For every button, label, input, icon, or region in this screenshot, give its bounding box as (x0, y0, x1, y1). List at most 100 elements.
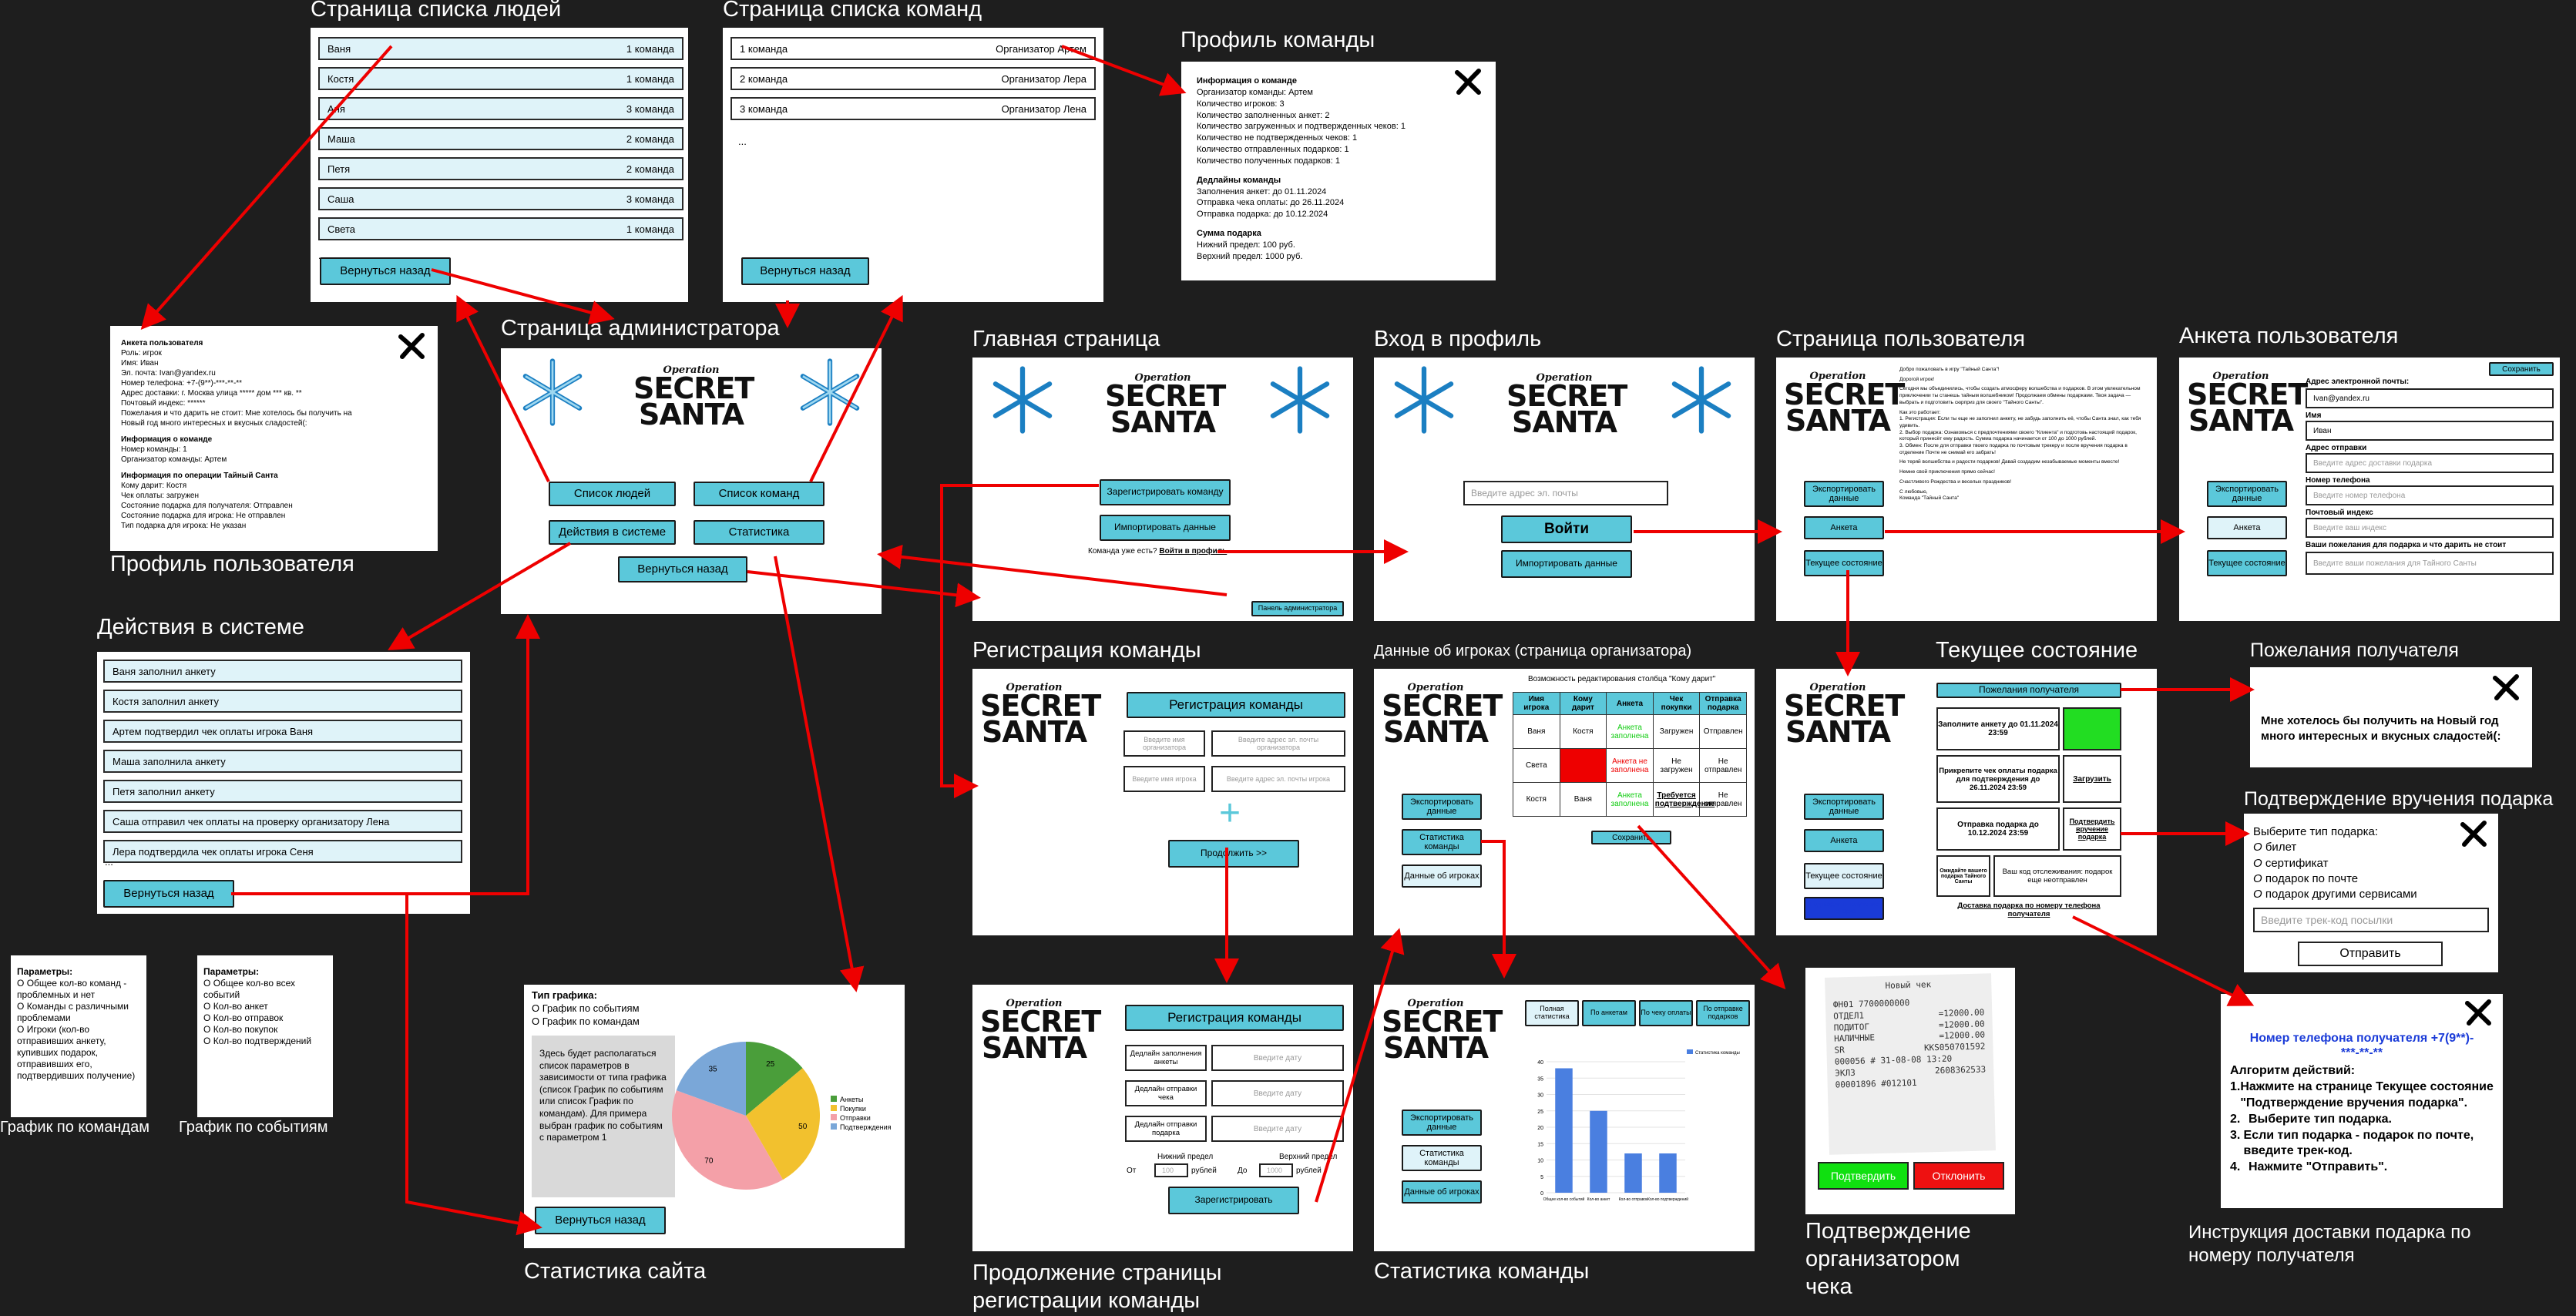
players-data-button[interactable]: Данные об игроках (1402, 864, 1482, 888)
close-icon[interactable] (1453, 66, 1483, 97)
param-option[interactable]: O Игроки (кол-во отправивших анкету, куп… (17, 1024, 140, 1082)
graph-type-option[interactable]: O График по событиям (532, 1002, 640, 1016)
send-button[interactable]: Отправить (2298, 942, 2443, 966)
param-option[interactable]: O Общее кол-во команд - проблемных и нет (17, 978, 140, 1001)
current-state-button[interactable]: Текущее состояние (2207, 550, 2287, 576)
param-option[interactable]: O Кол-во анкет (203, 1001, 327, 1012)
tab-checks[interactable]: По чеку оплаты (1639, 1000, 1693, 1026)
close-icon[interactable] (2458, 818, 2489, 849)
table-row[interactable]: 3 команда Организатор Лена (730, 97, 1096, 120)
back-button[interactable]: Вернуться назад (618, 556, 747, 582)
list-item[interactable]: Ваня заполнил анкету (103, 660, 462, 683)
tab-gifts[interactable]: По отправке подарков (1696, 1000, 1750, 1026)
list-item[interactable]: Саша отправил чек оплаты на проверку орг… (103, 810, 462, 833)
back-button[interactable]: Вернуться назад (535, 1207, 666, 1234)
table-row[interactable]: Петя 2 команда (318, 157, 683, 180)
statistics-button[interactable]: Статистика (694, 520, 825, 545)
param-option[interactable]: O Кол-во отправок (203, 1012, 327, 1024)
zip-field[interactable]: Введите ваш индекс (2306, 518, 2554, 538)
org-email-input[interactable]: Введите адрес эл. почты организатора (1211, 730, 1345, 757)
back-button[interactable]: Вернуться назад (741, 257, 869, 285)
save-button[interactable]: Сохранить (1591, 831, 1671, 844)
table-cell[interactable]: Костя (1559, 714, 1607, 749)
deadline-check-input[interactable]: Введите дату (1211, 1080, 1344, 1106)
table-row[interactable]: Ваня 1 команда (318, 37, 683, 60)
reject-check-button[interactable]: Отклонить (1913, 1162, 2004, 1190)
address-field[interactable]: Введите адрес доставки подарка (2306, 453, 2554, 473)
register-button[interactable]: Зарегистрировать (1168, 1187, 1299, 1214)
table-row[interactable]: Маша 2 команда (318, 127, 683, 150)
org-name-input[interactable]: Введите имя организатора (1123, 730, 1205, 757)
table-cell[interactable]: Ваня (1559, 782, 1607, 817)
upload-link[interactable]: Загрузить (2063, 755, 2121, 803)
table-cell[interactable] (1559, 748, 1607, 783)
graph-type-option[interactable]: O График по командам (532, 1016, 640, 1029)
current-state-button[interactable]: Текущее состояние (1804, 550, 1884, 576)
form-button[interactable]: Анкета (1804, 829, 1884, 852)
teams-list-button[interactable]: Список команд (694, 482, 825, 506)
gift-option-ticket[interactable]: O билет (2253, 840, 2489, 855)
player-name-input[interactable]: Введите имя игрока (1123, 766, 1205, 792)
export-data-button[interactable]: Экспортировать данные (1804, 481, 1884, 507)
import-data-button[interactable]: Импортировать данные (1100, 515, 1231, 541)
back-button[interactable]: Вернуться назад (320, 257, 451, 285)
admin-panel-button[interactable]: Панель администратора (1251, 601, 1344, 616)
add-player-icon[interactable]: + (1219, 792, 1241, 834)
register-team-button[interactable]: Зарегистрировать команду (1100, 479, 1231, 505)
param-option[interactable]: O Общее кол-во всех событий (203, 978, 327, 1001)
export-data-button[interactable]: Экспортировать данные (1804, 794, 1884, 820)
lower-limit-input[interactable]: 100 (1154, 1163, 1188, 1177)
name-field[interactable]: Иван (2306, 421, 2554, 441)
save-button[interactable]: Сохранить (2489, 362, 2554, 376)
table-row[interactable]: Саша 3 команда (318, 187, 683, 210)
param-option[interactable]: O Кол-во подтверждений (203, 1036, 327, 1047)
export-data-button[interactable]: Экспортировать данные (1402, 794, 1482, 820)
param-option[interactable]: O Команды с различными проблемами (17, 1001, 140, 1024)
track-code-input[interactable]: Введите трек-код посылки (2253, 908, 2489, 932)
list-item[interactable]: Костя заполнил анкету (103, 690, 462, 713)
table-row[interactable]: 1 команда Организатор Артем (730, 37, 1096, 60)
gift-option-mail[interactable]: O подарок по почте (2253, 871, 2489, 887)
close-icon[interactable] (2463, 997, 2494, 1028)
team-stats-button[interactable]: Статистика команды (1402, 829, 1482, 855)
list-item[interactable]: Маша заполнила анкету (103, 750, 462, 773)
email-field[interactable]: Ivan@yandex.ru (2306, 388, 2554, 408)
continue-button[interactable]: Продолжить >> (1168, 840, 1299, 868)
table-row[interactable]: Аня 3 команда (318, 97, 683, 120)
wishes-field[interactable]: Введите ваши пожелания для Тайного Санты (2306, 552, 2554, 575)
login-button[interactable]: Войти (1501, 515, 1632, 543)
export-data-button[interactable]: Экспортировать данные (1402, 1110, 1482, 1136)
table-row[interactable]: Костя 1 команда (318, 67, 683, 90)
tab-full-stats[interactable]: Полная статистика (1525, 1000, 1579, 1026)
import-data-button[interactable]: Импортировать данные (1501, 550, 1632, 578)
upper-limit-input[interactable]: 1000 (1259, 1163, 1293, 1177)
close-icon[interactable] (396, 331, 427, 361)
player-email-input[interactable]: Введите адрес эл. почты игрока (1211, 766, 1345, 792)
tab-forms[interactable]: По анкетам (1582, 1000, 1636, 1026)
phone-field[interactable]: Введите номер телефона (2306, 485, 2554, 505)
list-item[interactable]: Лера подтвердила чек оплаты игрока Сеня (103, 840, 462, 863)
gift-option-certificate[interactable]: O сертификат (2253, 856, 2489, 871)
phone-delivery-link[interactable]: Доставка подарка по номеру телефона полу… (1936, 901, 2121, 918)
confirm-delivery-link[interactable]: Подтвердить вручение подарка (2063, 807, 2121, 851)
confirm-check-button[interactable]: Подтвердить (1818, 1162, 1909, 1190)
table-row[interactable]: 2 команда Организатор Лера (730, 67, 1096, 90)
close-icon[interactable] (2490, 672, 2521, 703)
deadline-gift-input[interactable]: Введите дату (1211, 1116, 1344, 1142)
form-button[interactable]: Анкета (1804, 516, 1884, 539)
system-actions-button[interactable]: Действия в системе (549, 520, 676, 545)
confirm-receipt-button[interactable]: Подтвердить получение подарка (1804, 897, 1884, 920)
recipient-wishes-button[interactable]: Пожелания получателя (1936, 683, 2121, 698)
login-link[interactable]: Войти в профиль (1159, 547, 1227, 556)
deadline-form-input[interactable]: Введите дату (1211, 1045, 1344, 1071)
players-data-button[interactable]: Данные об игроках (1402, 1180, 1482, 1204)
current-state-button[interactable]: Текущее состояние (1804, 863, 1884, 889)
list-item[interactable]: Петя заполнил анкету (103, 780, 462, 803)
back-button[interactable]: Вернуться назад (103, 880, 234, 908)
gift-option-other[interactable]: O подарок другими сервисами (2253, 887, 2489, 902)
table-row[interactable]: Света 1 команда (318, 217, 683, 240)
table-cell[interactable]: Требуется подтверждение (1652, 782, 1715, 817)
list-item[interactable]: Артем подтвердил чек оплаты игрока Ваня (103, 720, 462, 743)
people-list-button[interactable]: Список людей (549, 482, 676, 506)
email-input[interactable]: Введите адрес эл. почты (1463, 481, 1668, 505)
